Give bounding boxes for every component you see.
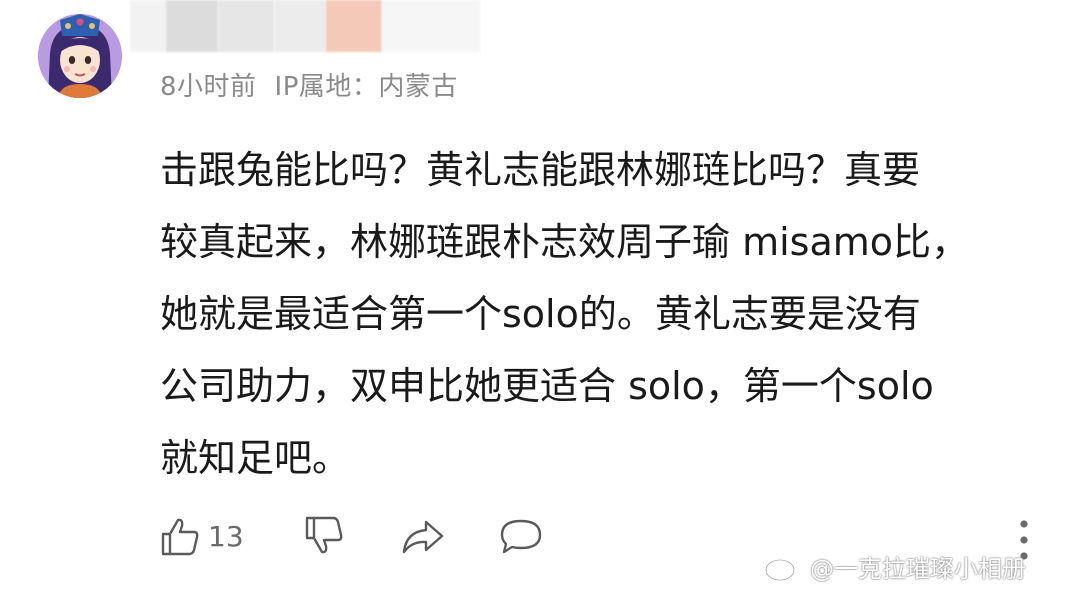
avatar[interactable] bbox=[38, 14, 122, 98]
watermark-text: @一克拉璀璨小相册 bbox=[810, 554, 1026, 583]
comment-line: 公司助力，双申比她更适合 solo，第一个solo bbox=[160, 364, 934, 408]
like-button[interactable]: 13 bbox=[158, 514, 244, 558]
share-icon bbox=[402, 520, 443, 554]
comment-line: 较真起来，林娜琏跟朴志效周子瑜 misamo比， bbox=[160, 220, 970, 264]
thumbs-up-icon bbox=[161, 518, 199, 556]
like-count: 13 bbox=[208, 519, 244, 553]
weibo-logo bbox=[764, 552, 802, 582]
thumbs-down-icon bbox=[305, 516, 343, 554]
dislike-button[interactable] bbox=[302, 514, 346, 558]
comment-icon bbox=[500, 519, 541, 554]
share-button[interactable] bbox=[400, 514, 446, 558]
comment-time: 8小时前 bbox=[160, 72, 257, 102]
username-blurred bbox=[130, 0, 480, 52]
comment-line: 击跟兔能比吗？黄礼志能跟林娜琏比吗？真要 bbox=[160, 148, 921, 192]
comment-body: 击跟兔能比吗？黄礼志能跟林娜琏比吗？真要 较真起来，林娜琏跟朴志效周子瑜 mis… bbox=[160, 134, 1020, 494]
ip-location: IP属地：内蒙古 bbox=[274, 72, 458, 102]
action-bar: 13 bbox=[158, 512, 544, 560]
comment-line: 她就是最适合第一个solo的。黄礼志要是没有 bbox=[160, 292, 921, 336]
comment-meta: 8小时前 IP属地：内蒙古 bbox=[160, 66, 458, 103]
reply-button[interactable] bbox=[498, 514, 544, 558]
watermark: @一克拉璀璨小相册 bbox=[764, 548, 1026, 584]
avatar-illustration bbox=[38, 14, 122, 98]
comment-line: 就知足吧。 bbox=[160, 436, 351, 480]
